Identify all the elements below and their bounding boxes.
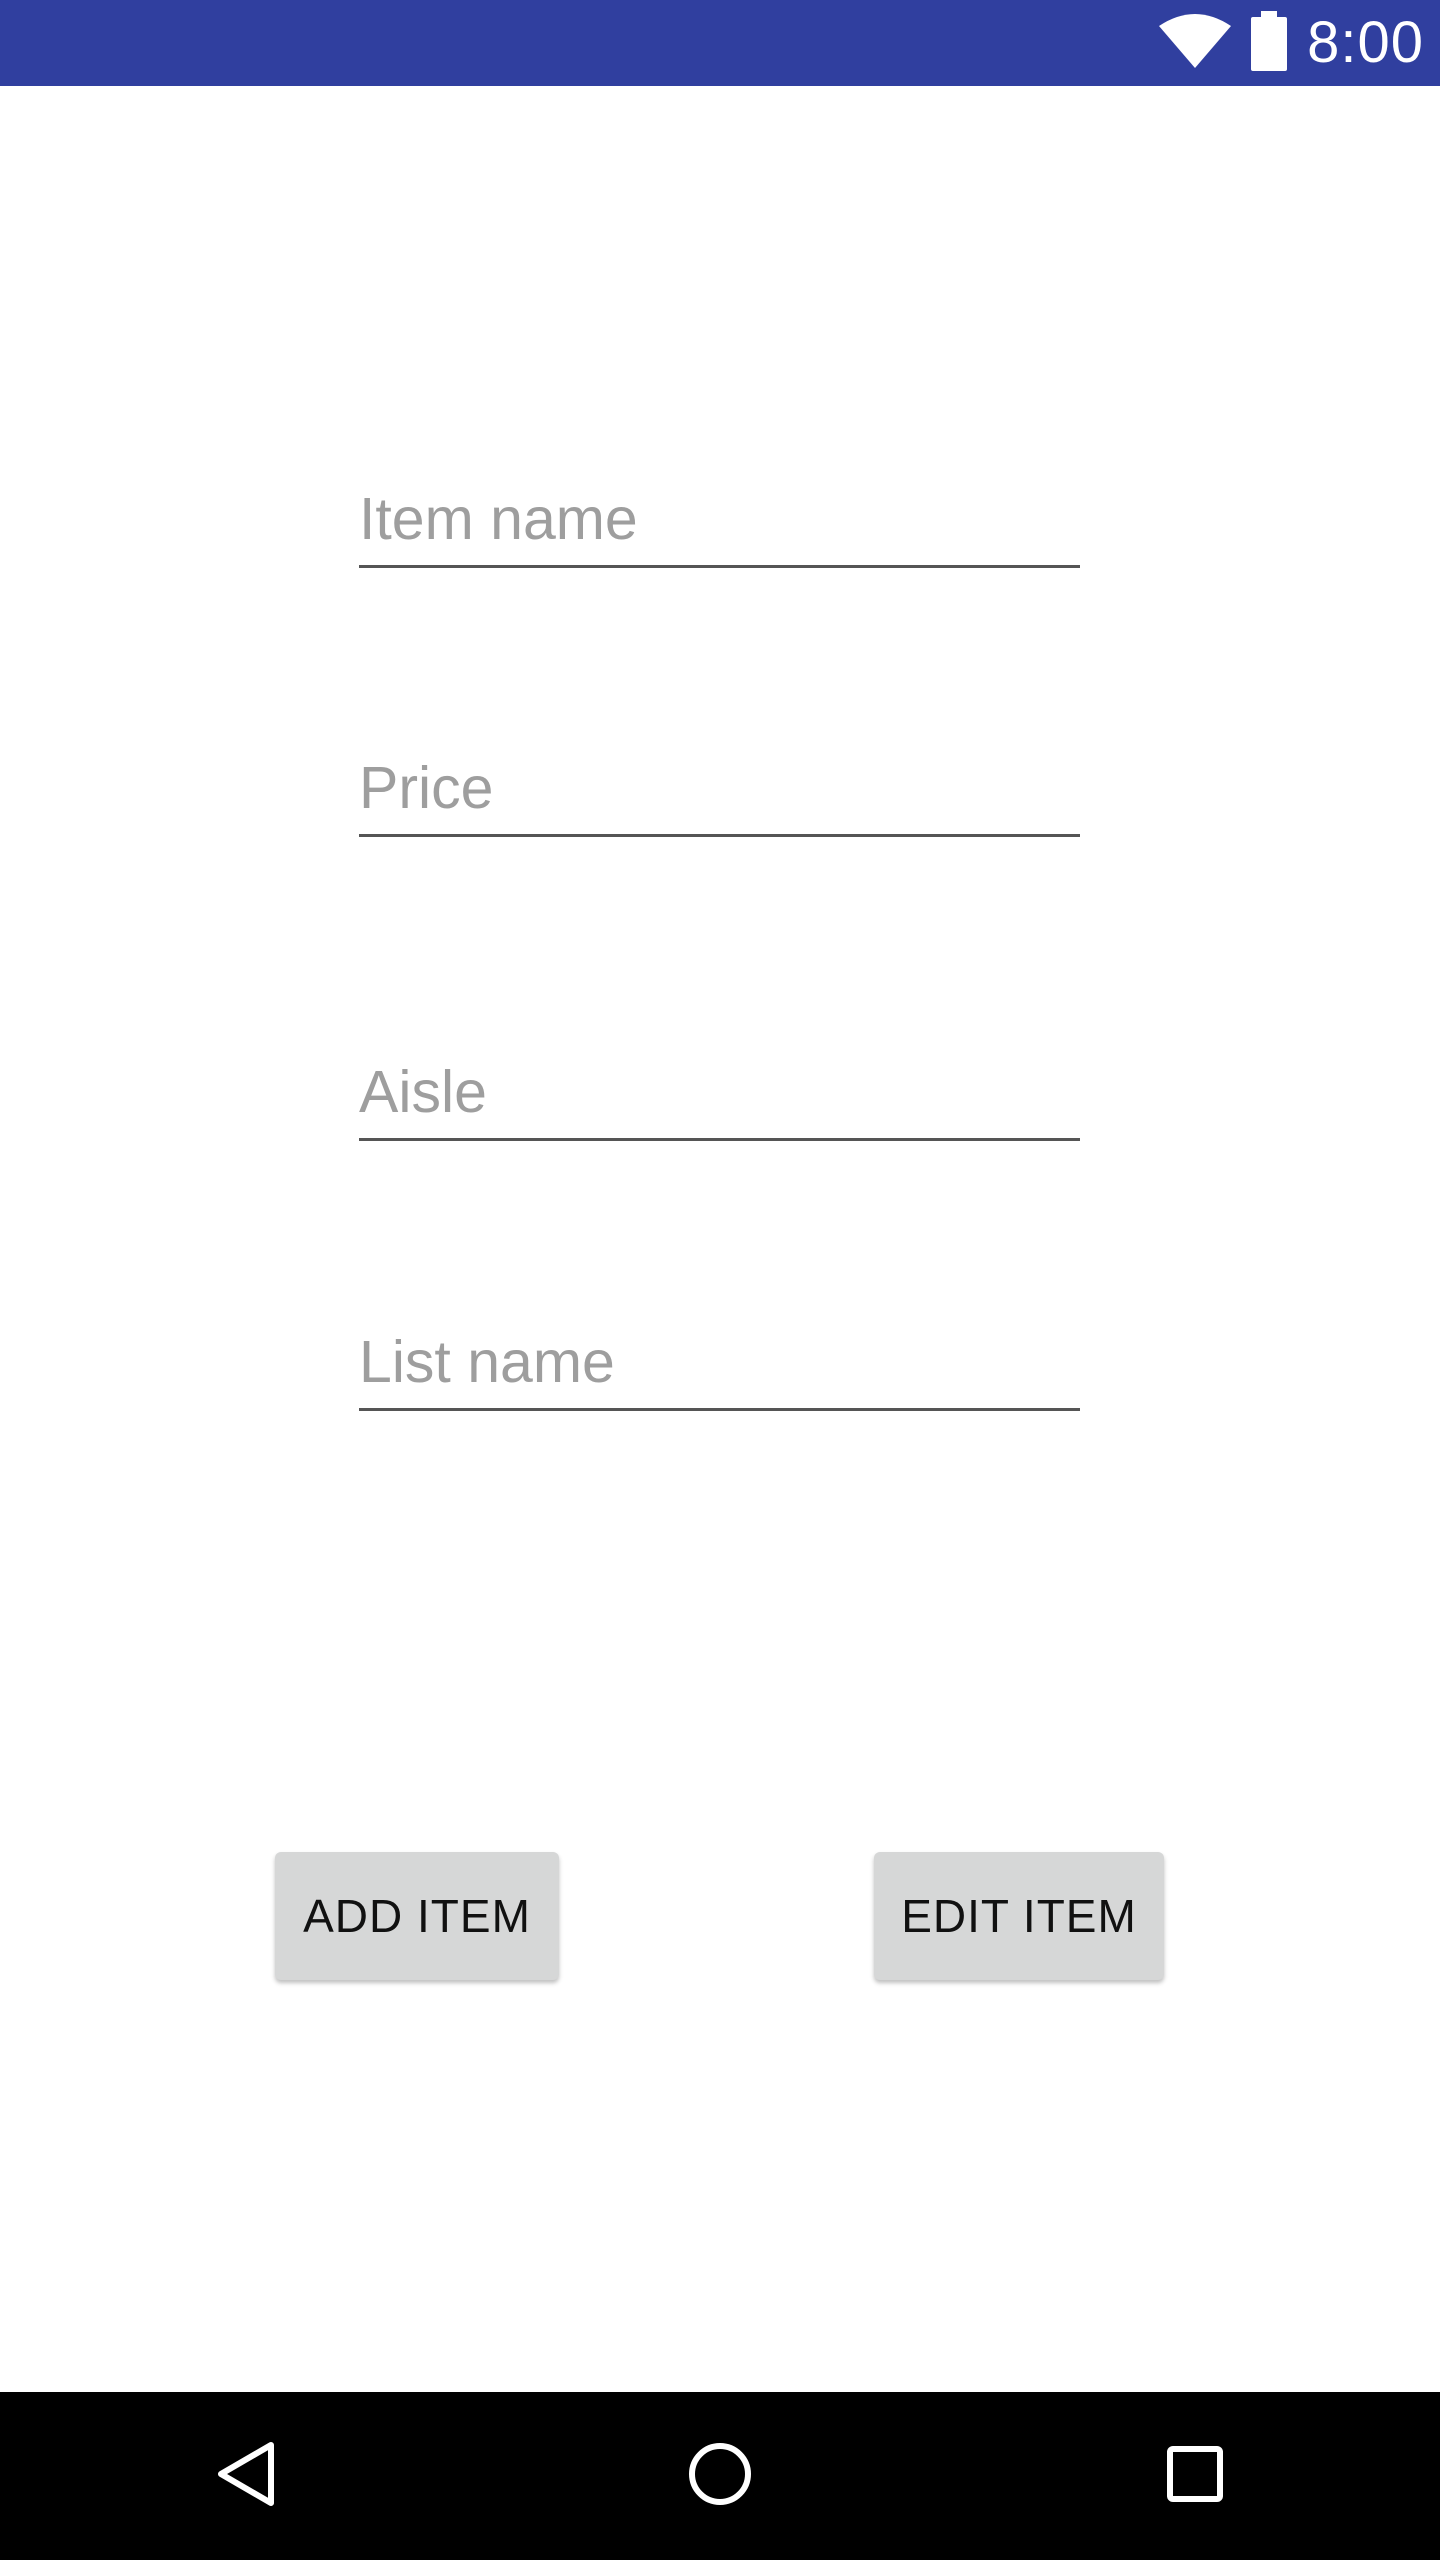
edit-item-button[interactable]: EDIT ITEM [874,1852,1164,1980]
recents-button[interactable] [1095,2392,1295,2560]
back-icon [213,2439,277,2514]
aisle-field-container [359,1051,1080,1141]
price-field-container [359,747,1080,837]
home-button[interactable] [620,2392,820,2560]
wifi-icon [1159,12,1232,75]
price-input[interactable] [359,750,1080,826]
item-name-input[interactable] [359,481,1080,557]
list-name-input[interactable] [359,1324,1080,1400]
home-icon [687,2441,753,2512]
recents-icon [1165,2444,1225,2509]
battery-icon [1249,10,1289,76]
status-icons: 8:00 [1159,0,1424,86]
back-button[interactable] [145,2392,345,2560]
add-item-button[interactable]: ADD ITEM [275,1852,559,1980]
item-name-field-container [359,478,1080,568]
list-name-field-container [359,1321,1080,1411]
aisle-input[interactable] [359,1054,1080,1130]
status-time: 8:00 [1307,10,1424,75]
screen: 8:00 ADD ITEM EDIT ITEM [0,0,1440,2560]
status-bar: 8:00 [0,0,1440,86]
navigation-bar [0,2392,1440,2560]
